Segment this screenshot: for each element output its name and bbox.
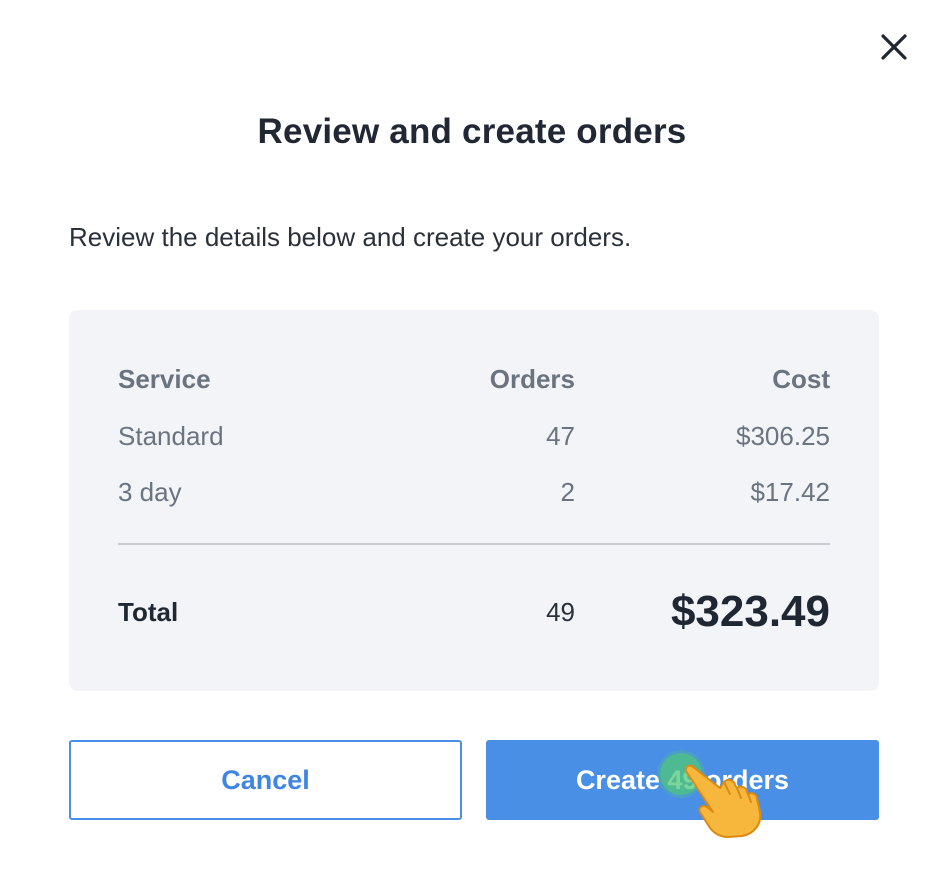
table-header-row: Service Orders Cost [118, 359, 830, 399]
total-cost: $323.49 [670, 587, 830, 636]
total-row: Total 49 $323.49 [118, 582, 830, 642]
row-orders: 2 [560, 477, 575, 507]
row-service: 3 day [118, 477, 182, 507]
total-label: Total [118, 597, 179, 627]
close-icon [881, 34, 907, 60]
dialog-subtitle: Review the details below and create your… [69, 222, 632, 252]
close-button[interactable] [874, 27, 914, 67]
row-orders: 47 [546, 421, 575, 451]
order-summary-panel: Service Orders Cost Standard 47 $306.25 … [69, 310, 879, 691]
header-service: Service [118, 364, 211, 394]
table-row: 3 day 2 $17.42 [118, 472, 830, 512]
table-row: Standard 47 $306.25 [118, 416, 830, 456]
divider [118, 543, 830, 545]
row-service: Standard [118, 421, 224, 451]
header-orders: Orders [489, 364, 575, 394]
row-cost: $17.42 [750, 477, 830, 507]
pointing-hand-icon [680, 760, 775, 840]
total-orders: 49 [546, 597, 575, 627]
cancel-button[interactable]: Cancel [69, 740, 462, 820]
dialog-title: Review and create orders [257, 112, 687, 151]
row-cost: $306.25 [736, 421, 830, 451]
header-cost: Cost [772, 364, 830, 394]
